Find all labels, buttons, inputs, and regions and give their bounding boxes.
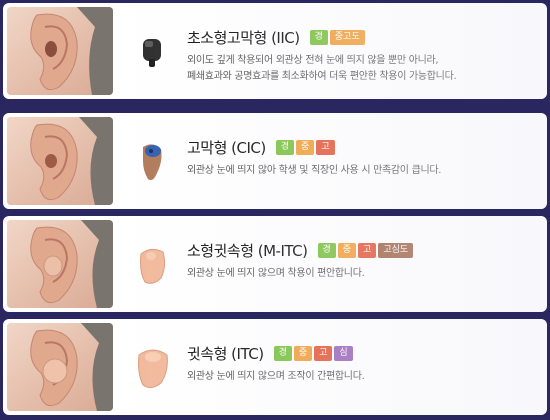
hearing-aid-card-itc: 귓속형 (ITC) 경 중 고 심 외관상 눈에 띄지 않으며 조작이 간편합니… xyxy=(3,319,547,415)
badge-moderate: 중 xyxy=(293,345,313,361)
mitc-hearing-aid-icon xyxy=(131,238,175,290)
hearing-level-badges: 경 중 고 심 xyxy=(273,345,353,361)
card-description-line-1: 외이도 깊게 착용되어 외관상 전혀 눈에 띄지 않을 뿐만 아니라, xyxy=(187,55,439,66)
badge-moderate: 중 xyxy=(296,139,315,155)
card-title: 초소형고막형 (IIC) xyxy=(187,28,300,47)
ear-photo xyxy=(7,7,113,95)
hearing-level-badges: 경 중 고 xyxy=(275,139,335,155)
iic-hearing-aid-icon xyxy=(131,25,175,77)
card-title: 고막형 (CIC) xyxy=(187,138,266,157)
hearing-level-badges: 경 중 고 고심도 xyxy=(317,242,414,258)
hearing-aid-card-iic: 초소형고막형 (IIC) 경 중고도 외이도 깊게 착용되어 외관상 전혀 눈에… xyxy=(3,3,547,99)
ear-photo xyxy=(7,220,113,308)
cic-hearing-aid-icon xyxy=(131,135,175,187)
badge-severe-profound: 고심도 xyxy=(378,242,414,258)
card-description-line-1: 외관상 눈에 띄지 않으며 조작이 간편합니다. xyxy=(187,371,365,382)
badge-mild: 경 xyxy=(275,139,295,155)
hearing-aid-card-mitc: 소형귓속형 (M-ITC) 경 중 고 고심도 외관상 눈에 띄지 않으며 착용… xyxy=(3,216,547,312)
card-title: 소형귓속형 (M-ITC) xyxy=(187,241,308,260)
ear-photo xyxy=(7,117,113,205)
card-title: 귓속형 (ITC) xyxy=(187,344,264,363)
badge-mild: 경 xyxy=(273,345,292,361)
card-description-line-1: 외관상 눈에 띄지 않아 학생 및 직장인 사용 시 만족감이 큽니다. xyxy=(187,165,442,176)
hearing-level-badges: 경 중고도 xyxy=(309,29,365,45)
badge-severe: 고 xyxy=(358,242,377,258)
itc-hearing-aid-icon xyxy=(131,341,175,393)
badge-severe: 고 xyxy=(316,139,335,155)
hearing-aid-card-cic: 고막형 (CIC) 경 중 고 외관상 눈에 띄지 않아 학생 및 직장인 사용… xyxy=(3,113,547,209)
badge-severe: 고 xyxy=(314,345,333,361)
badge-mild: 경 xyxy=(309,29,328,45)
badge-mild: 경 xyxy=(317,242,336,258)
card-description-line-1: 외관상 눈에 띄지 않으며 착용이 편안합니다. xyxy=(187,268,365,279)
card-description-line-2: 폐쇄효과와 공명효과를 최소화하여 더욱 편안한 착용이 가능합니다. xyxy=(187,71,457,82)
badge-profound: 심 xyxy=(334,345,353,361)
badge-moderate: 중 xyxy=(337,242,357,258)
badge-moderate-severe: 중고도 xyxy=(329,29,365,45)
ear-photo xyxy=(7,323,113,411)
